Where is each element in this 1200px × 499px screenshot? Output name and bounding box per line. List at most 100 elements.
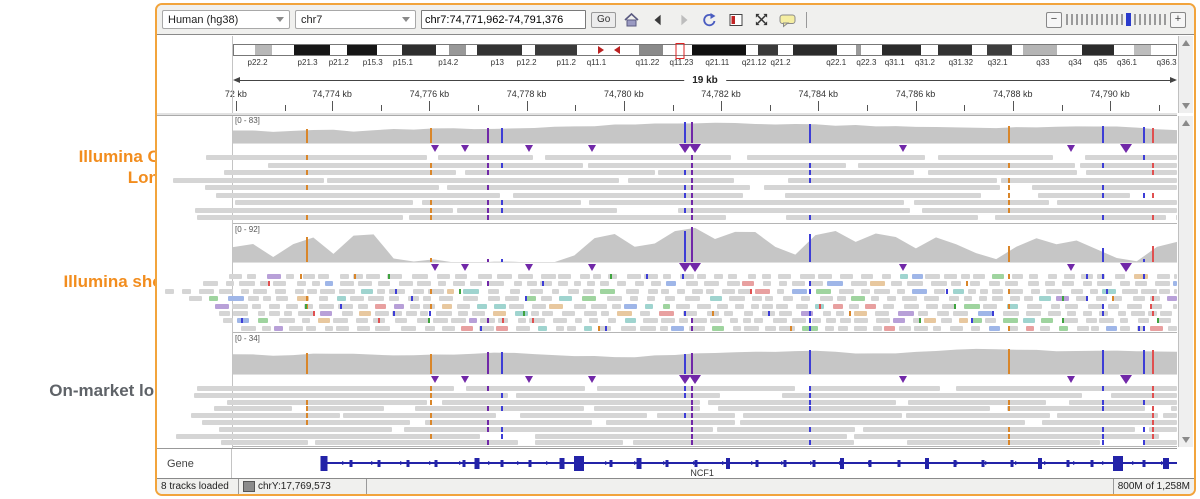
read <box>1155 281 1170 286</box>
read <box>378 281 390 286</box>
home-icon[interactable] <box>621 10 642 30</box>
scroll-up-icon[interactable] <box>1182 40 1190 46</box>
read <box>891 281 902 286</box>
zoom-slider-thumb[interactable] <box>1126 13 1131 26</box>
gene-model-area[interactable]: NCF1 <box>233 449 1177 480</box>
chromosome-band <box>837 45 856 55</box>
read <box>931 281 947 286</box>
scroll-down-icon[interactable] <box>1182 437 1190 443</box>
read <box>710 318 722 323</box>
read <box>1120 326 1131 331</box>
read <box>558 281 567 286</box>
read <box>206 155 426 160</box>
coverage-plot: [0 - 92] <box>233 225 1177 263</box>
zoom-out-button[interactable]: − <box>1046 12 1062 28</box>
zoom-slider[interactable] <box>1066 13 1166 26</box>
read <box>827 281 842 286</box>
gene-exon <box>501 460 504 467</box>
read-pileup[interactable] <box>233 273 1177 332</box>
read <box>597 386 794 391</box>
band-label: p21.3 <box>298 58 318 67</box>
fit-to-window-icon[interactable] <box>751 10 772 30</box>
zoom-in-button[interactable]: + <box>1170 12 1186 28</box>
cursor-position-status: chrY:17,769,573 <box>239 479 367 494</box>
gene-exon <box>475 458 480 469</box>
forward-icon[interactable] <box>673 10 694 30</box>
ideogram-bands[interactable] <box>233 44 1177 56</box>
gene-strand-arrow-icon <box>488 461 492 465</box>
locus-input[interactable] <box>421 10 586 29</box>
read <box>589 200 904 205</box>
chromosome-band <box>921 45 938 55</box>
read <box>203 281 218 286</box>
read-mismatch-tick <box>610 274 612 279</box>
scroll-down-icon[interactable] <box>1182 103 1190 109</box>
tooltip-bubble-icon[interactable] <box>777 10 798 30</box>
ruler-minor-tick <box>964 105 965 111</box>
read <box>1069 400 1177 405</box>
read <box>336 326 349 331</box>
read <box>1057 413 1158 418</box>
read <box>496 326 508 331</box>
gene-strand-arrow-icon <box>985 461 989 465</box>
read <box>937 311 948 316</box>
read-row <box>233 273 1177 280</box>
read <box>992 289 1002 294</box>
ruler[interactable]: 19 kb 72 kb74,774 kb74,776 kb74,778 kb74… <box>233 74 1177 112</box>
track-illumina-complete-long-reads[interactable]: [0 - 83] <box>233 116 1177 224</box>
coverage-snp-line <box>501 352 503 374</box>
track-illumina-short-reads[interactable]: [0 - 92] <box>233 225 1177 333</box>
read <box>621 326 635 331</box>
read-mismatch-tick <box>268 281 270 286</box>
locus-panel-scrollbar[interactable] <box>1178 36 1193 113</box>
read <box>708 400 896 405</box>
refresh-icon[interactable] <box>699 10 720 30</box>
scroll-up-icon[interactable] <box>1182 120 1190 126</box>
read <box>194 393 508 398</box>
read <box>706 289 714 294</box>
read <box>697 274 706 279</box>
read <box>289 326 303 331</box>
go-button[interactable]: Go <box>591 12 616 28</box>
read <box>303 274 315 279</box>
chromosome-select[interactable]: chr7 <box>295 10 416 29</box>
read <box>712 326 724 331</box>
read <box>1010 296 1020 301</box>
read-pileup[interactable] <box>233 385 1177 446</box>
read <box>438 155 533 160</box>
gene-exon <box>812 460 815 467</box>
chromosome-band <box>746 45 757 55</box>
tracks-scrollbar[interactable] <box>1178 116 1193 447</box>
read <box>782 393 1082 398</box>
chevron-down-icon <box>402 17 410 22</box>
coverage-snp-line <box>430 354 432 374</box>
read <box>545 155 731 160</box>
read <box>237 318 249 323</box>
coverage-snp-line <box>487 128 489 143</box>
read-row <box>233 169 1177 177</box>
chromosome-band <box>1082 45 1114 55</box>
back-icon[interactable] <box>647 10 668 30</box>
gene-track[interactable]: Gene NCF1 <box>157 448 1177 480</box>
chromosome-band <box>1151 45 1175 55</box>
memory-usage-status: 800M of 1,258M <box>1114 479 1194 494</box>
read-pileup[interactable] <box>233 154 1177 223</box>
read-snp-tick <box>691 420 693 425</box>
read <box>818 274 832 279</box>
read-snp-tick <box>306 420 308 425</box>
read <box>968 289 976 294</box>
region-tool-icon[interactable] <box>725 10 746 30</box>
read-snp-tick <box>1102 311 1104 316</box>
track-on-market-long-reads[interactable]: [0 - 34] <box>233 334 1177 447</box>
read <box>1091 326 1099 331</box>
chromosome-band <box>778 45 793 55</box>
genome-select[interactable]: Human (hg38) <box>162 10 290 29</box>
read <box>740 420 1024 425</box>
band-label: q21.12 <box>742 58 766 67</box>
gene-exon <box>1142 460 1145 467</box>
ruler-tick <box>332 101 333 111</box>
read <box>959 318 968 323</box>
read <box>635 281 644 286</box>
read <box>678 208 910 213</box>
read <box>730 318 738 323</box>
